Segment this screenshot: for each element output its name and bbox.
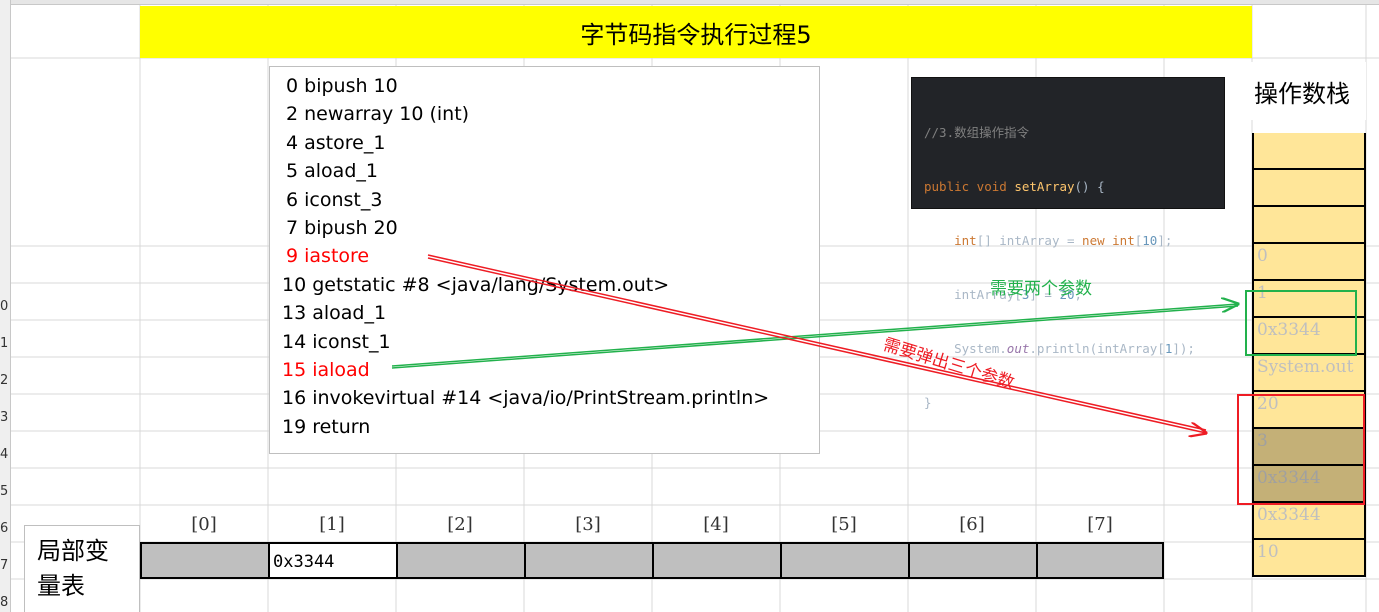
green-highlight-box [1245,290,1357,356]
annotation-overlay [391,254,1365,505]
red-highlight-box [1237,394,1365,505]
red-arrow [427,254,1206,433]
green-arrow [391,304,1238,369]
